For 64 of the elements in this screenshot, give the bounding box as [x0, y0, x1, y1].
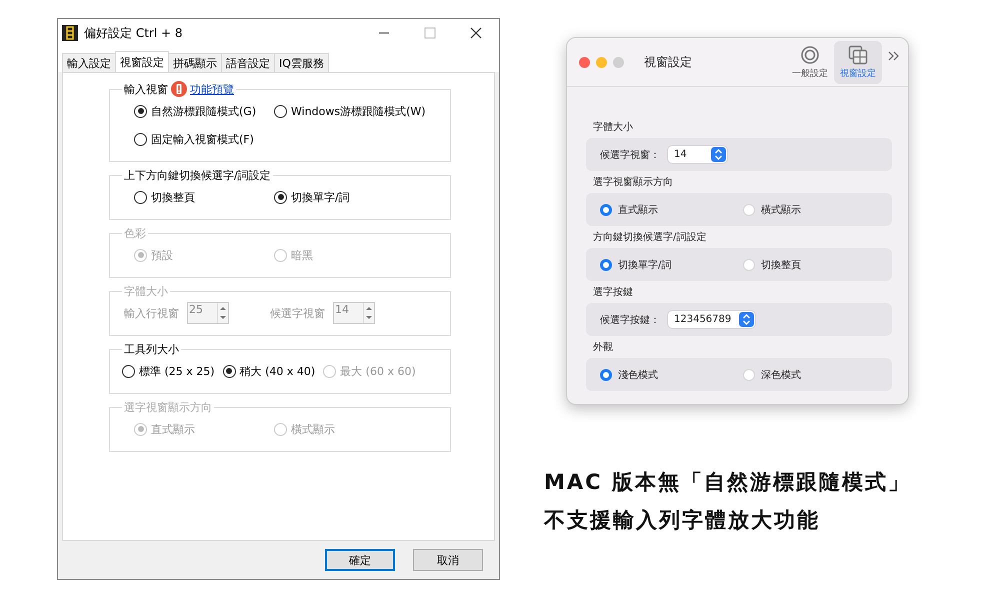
group-title: 工具列大小: [124, 342, 179, 357]
caption-text: MAC 版本無「自然游標跟隨模式」: [544, 469, 911, 496]
radio-label: 標準 (25 x 25): [139, 364, 215, 378]
toolbar-tab[interactable]: 視窗設定: [834, 40, 882, 84]
radio-label: 切換整頁: [151, 190, 195, 204]
radio-label: 暗黑: [291, 248, 313, 262]
radio-button[interactable]: [134, 132, 147, 146]
toolbar-tab[interactable]: 一般設定: [786, 40, 834, 84]
popup-field[interactable]: 14: [668, 146, 727, 163]
field-label: 候選字視窗：: [600, 148, 660, 162]
stepper-icon[interactable]: [711, 147, 726, 162]
group-title: 輸入視窗: [124, 82, 168, 96]
windows-icon: [848, 44, 868, 64]
radio-label: 固定輸入視窗模式(F): [151, 132, 254, 146]
app-icon: [62, 25, 78, 41]
section-title: 外觀: [593, 341, 614, 354]
radio-label: 稍大 (40 x 40): [240, 364, 316, 378]
dialog-button[interactable]: 取消: [413, 549, 483, 571]
spin-label: 候選字視窗: [270, 306, 325, 320]
radio-label: 最大 (60 x 60): [340, 364, 416, 378]
group-title: 選字視窗顯示方向: [124, 400, 212, 415]
popup-field[interactable]: 123456789: [668, 311, 756, 328]
gear-icon: [800, 44, 820, 64]
dialog-button[interactable]: 確定: [325, 549, 395, 571]
radio-label: 切換整頁: [761, 258, 801, 272]
radio-label: Windows游標跟隨模式(W): [291, 104, 426, 118]
chevron-icon[interactable]: [888, 50, 900, 62]
radio-button[interactable]: [274, 190, 287, 204]
group-title: 色彩: [124, 226, 146, 241]
radio-label: 橫式顯示: [291, 422, 335, 436]
window-title: 視窗設定: [644, 54, 693, 70]
group-title: 上下方向鍵切換候選字/詞設定: [124, 168, 271, 183]
spin-label: 輸入行視窗: [124, 306, 179, 320]
radio-label: 直式顯示: [618, 204, 658, 216]
section-title: 字體大小: [593, 121, 634, 134]
stepper-icon[interactable]: [739, 312, 754, 327]
radio-label: 直式顯示: [151, 422, 195, 436]
radio-button[interactable]: [600, 368, 612, 380]
field-label: 候選字按鍵：: [600, 314, 660, 326]
radio-button[interactable]: [274, 104, 287, 118]
radio-label: 淺色模式: [618, 368, 658, 382]
radio-button[interactable]: [600, 258, 612, 270]
radio-button[interactable]: [122, 364, 135, 378]
window-title: 偏好設定 Ctrl + 8: [84, 24, 184, 42]
caption-text: 不支援輸入列字體放大功能: [544, 507, 821, 534]
tab[interactable]: 語音設定: [221, 53, 275, 72]
section-title: 選字按鍵: [593, 286, 634, 299]
radio-button[interactable]: [222, 364, 236, 378]
section-title: 方向鍵切換候選字/詞設定: [593, 231, 708, 244]
radio-button[interactable]: [600, 204, 612, 216]
section-title: 選字視窗顯示方向: [593, 176, 674, 189]
radio-button[interactable]: [134, 104, 147, 118]
tab[interactable]: IQ雲服務: [274, 53, 329, 72]
group-title: 字體大小: [124, 284, 168, 299]
radio-label: 切換單字/詞: [291, 190, 350, 204]
radio-label: 自然游標跟隨模式(G): [151, 104, 256, 118]
tab[interactable]: 拼碼顯示: [168, 53, 222, 72]
radio-label: 切換單字/詞: [618, 258, 672, 272]
tab[interactable]: 輸入設定: [62, 53, 116, 72]
radio-button[interactable]: [134, 190, 147, 204]
preview-link[interactable]: 功能預覽: [190, 82, 234, 96]
radio-label: 橫式顯示: [761, 204, 801, 216]
radio-label: 預設: [151, 248, 173, 262]
radio-label: 深色模式: [761, 368, 801, 382]
